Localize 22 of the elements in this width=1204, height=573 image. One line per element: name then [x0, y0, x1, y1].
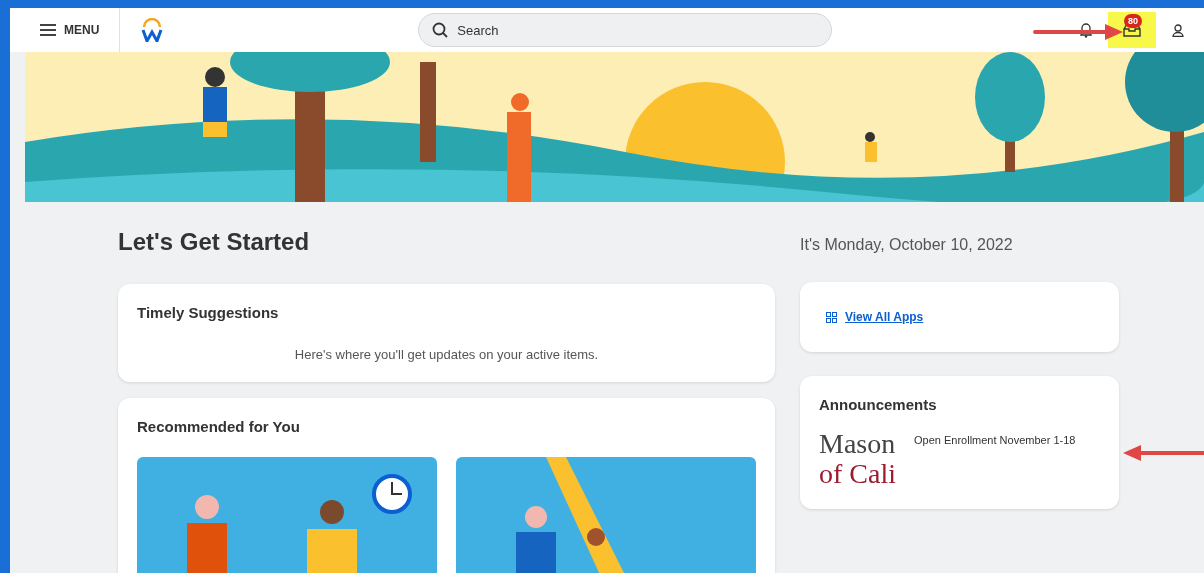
view-all-apps-link[interactable]: View All Apps [819, 302, 1100, 332]
grid-icon [826, 311, 837, 323]
inbox-icon [1123, 23, 1141, 37]
search-icon [432, 22, 449, 38]
search-field[interactable]: Search [418, 13, 833, 47]
card-title: Recommended for You [137, 418, 301, 435]
inbox-button[interactable]: 80 [1108, 12, 1156, 48]
inbox-count-badge: 80 [1124, 14, 1142, 28]
card-title: Timely Suggestions [137, 304, 280, 321]
card-title: Announcements [819, 396, 938, 413]
menu-button[interactable]: MENU [10, 8, 120, 52]
pencil-illustration[interactable] [456, 457, 756, 573]
logo-icon[interactable] [141, 18, 164, 42]
current-date: It's Monday, October 10, 2022 [800, 236, 1014, 255]
empty-message: Here's where you'll get updates on your active items. [293, 347, 600, 362]
bell-icon [1080, 22, 1092, 38]
announcement-logo: Mason of Cali [819, 429, 896, 489]
announcement-text[interactable]: Open Enrollment November 1-18 [914, 434, 1076, 489]
menu-icon [40, 24, 56, 36]
user-icon [1172, 23, 1184, 37]
meeting-illustration[interactable] [137, 457, 437, 573]
page-title: Let's Get Started [118, 228, 311, 257]
